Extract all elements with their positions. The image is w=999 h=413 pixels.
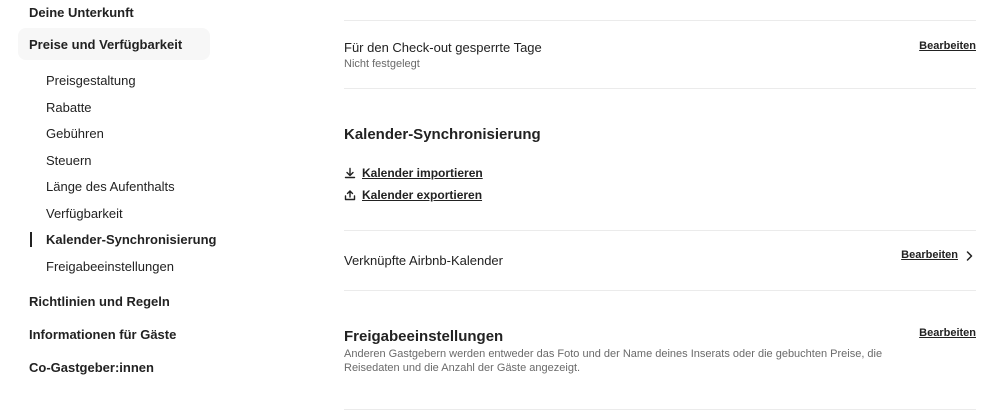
divider [344, 409, 976, 410]
sidebar-item-verfuegbarkeit[interactable]: Verfügbarkeit [46, 206, 123, 221]
divider [344, 88, 976, 89]
sidebar-item-steuern[interactable]: Steuern [46, 153, 92, 168]
chevron-right-icon[interactable] [964, 250, 974, 262]
import-calendar-link[interactable]: Kalender importieren [344, 166, 483, 180]
main-content: Für den Check-out gesperrte Tage Nicht f… [344, 0, 976, 413]
divider [344, 230, 976, 231]
checkout-blocked-value: Nicht festgelegt [344, 58, 420, 70]
export-calendar-link[interactable]: Kalender exportieren [344, 188, 482, 202]
upload-icon [344, 189, 356, 201]
active-item-marker [30, 232, 32, 247]
sidebar-section-preise-und-verfuegbarkeit[interactable]: Preise und Verfügbarkeit [18, 28, 210, 60]
sidebar: Deine Unterkunft Preise und Verfügbarkei… [0, 0, 230, 413]
sharing-edit-link[interactable]: Bearbeiten [919, 327, 976, 339]
sidebar-item-laenge-des-aufenthalts[interactable]: Länge des Aufenthalts [46, 179, 175, 194]
linked-calendars-title: Verknüpfte Airbnb-Kalender [344, 253, 503, 268]
sharing-description: Anderen Gastgebern werden entweder das F… [344, 348, 883, 374]
calendar-sync-heading: Kalender-Synchronisierung [344, 126, 541, 143]
sidebar-item-preisgestaltung[interactable]: Preisgestaltung [46, 73, 136, 88]
sidebar-section-co-gastgeber[interactable]: Co-Gastgeber:innen [29, 360, 154, 375]
checkout-blocked-edit-link[interactable]: Bearbeiten [919, 40, 976, 52]
download-icon [344, 167, 356, 179]
linked-calendars-edit-link[interactable]: Bearbeiten [901, 249, 958, 261]
divider [344, 290, 976, 291]
divider [344, 20, 976, 21]
sidebar-section-informationen-fuer-gaeste[interactable]: Informationen für Gäste [29, 327, 176, 342]
sidebar-section-richtlinien-und-regeln[interactable]: Richtlinien und Regeln [29, 294, 170, 309]
checkout-blocked-title: Für den Check-out gesperrte Tage [344, 40, 542, 55]
sharing-heading: Freigabeeinstellungen [344, 328, 504, 345]
export-calendar-label: Kalender exportieren [362, 188, 483, 202]
sidebar-section-deine-unterkunft[interactable]: Deine Unterkunft [29, 5, 134, 20]
sidebar-item-gebuehren[interactable]: Gebühren [46, 126, 104, 141]
sidebar-item-kalender-synchronisierung[interactable]: Kalender-Synchronisierung [46, 232, 216, 247]
import-calendar-label: Kalender importieren [362, 166, 483, 180]
sidebar-item-freigabeeinstellungen[interactable]: Freigabeeinstellungen [46, 259, 174, 274]
sidebar-item-rabatte[interactable]: Rabatte [46, 100, 92, 115]
